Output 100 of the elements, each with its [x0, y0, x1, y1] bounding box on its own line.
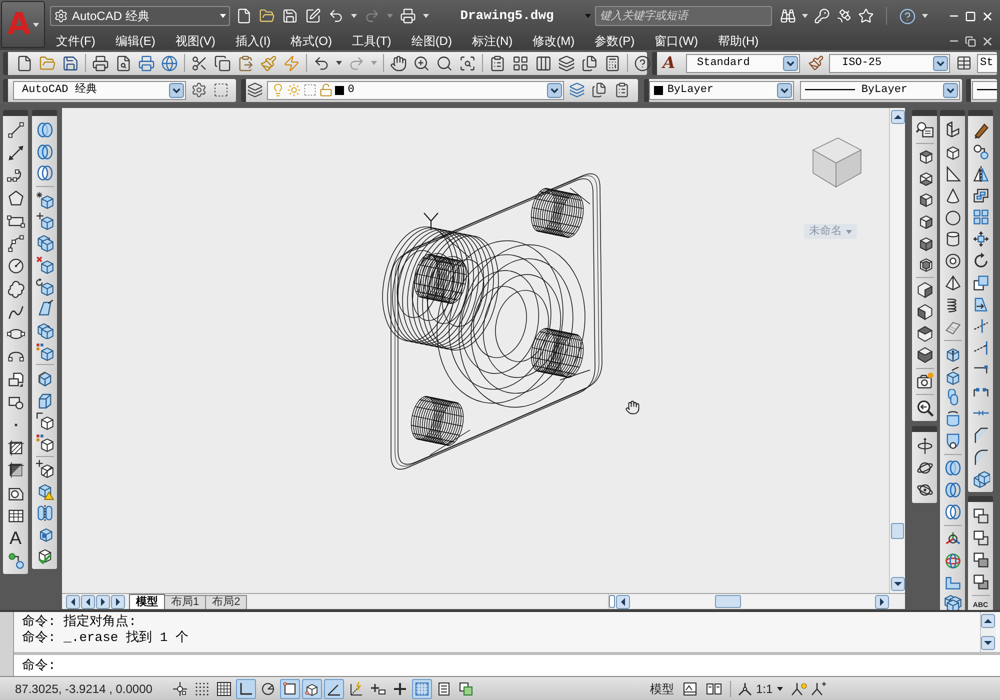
files-icon[interactable] — [581, 54, 598, 72]
scissors-icon[interactable] — [191, 54, 208, 72]
overlapping-rings-icon[interactable] — [944, 481, 962, 500]
layout-tab[interactable]: 布局2 — [206, 595, 248, 609]
magnifier-document-icon[interactable] — [916, 121, 934, 139]
overlapping-rings-icon[interactable] — [36, 142, 54, 161]
new-file-icon[interactable] — [236, 8, 252, 24]
overlapping-rings-icon[interactable] — [36, 121, 54, 139]
files-icon[interactable] — [590, 82, 607, 98]
caret-left-icon[interactable] — [81, 594, 95, 608]
binoculars-icon[interactable] — [780, 8, 796, 24]
dashed-square-icon[interactable] — [213, 82, 229, 98]
undo-icon[interactable] — [313, 54, 330, 72]
clipboard-list-icon[interactable] — [489, 54, 506, 72]
table-icon[interactable] — [956, 55, 972, 71]
layers-icon[interactable] — [246, 82, 263, 98]
tapered-block-icon[interactable] — [36, 299, 54, 318]
two-cubes-icon[interactable] — [972, 470, 990, 488]
star-icon[interactable] — [858, 8, 874, 24]
isometric-cube-icon[interactable] — [916, 324, 934, 343]
menu-item[interactable]: 插入(I) — [235, 35, 271, 47]
circle-radius-icon[interactable] — [6, 257, 24, 276]
caret-down-icon[interactable] — [802, 14, 808, 18]
printer-icon[interactable] — [92, 54, 109, 72]
command-input-field[interactable]: 命令: — [14, 655, 1000, 676]
caret-down-icon[interactable] — [890, 577, 904, 591]
pyramid-icon[interactable] — [944, 274, 962, 292]
close-icon[interactable] — [981, 34, 994, 48]
document-magnifier-icon[interactable] — [115, 54, 132, 72]
overlapping-rings-icon[interactable] — [944, 502, 962, 521]
menu-item[interactable]: 修改(M) — [532, 35, 575, 47]
menu-item[interactable]: 格式(O) — [290, 35, 332, 47]
table-style-dropdown[interactable]: St — [977, 54, 997, 72]
line-icon[interactable] — [6, 121, 24, 139]
copy-icon[interactable] — [214, 54, 231, 72]
folder-icon[interactable] — [259, 8, 275, 24]
stacked-cubes-icon[interactable] — [36, 320, 54, 339]
caret-right-icon[interactable] — [96, 594, 110, 608]
printer-icon[interactable] — [400, 8, 416, 24]
caret-up-icon[interactable] — [981, 614, 995, 628]
cube-check-icon[interactable] — [36, 547, 54, 566]
paintbrush-icon[interactable] — [260, 54, 277, 72]
satellite-icon[interactable] — [836, 8, 852, 24]
columns-icon[interactable] — [535, 54, 552, 72]
tripod-dot-icon[interactable] — [790, 680, 807, 696]
overlapping-squares-icon[interactable] — [972, 274, 990, 292]
settings-icon[interactable] — [191, 82, 207, 98]
search-icon[interactable] — [436, 54, 453, 72]
dropdown-caret-icon[interactable] — [933, 56, 948, 70]
stacked-squares-icon[interactable] — [972, 572, 990, 591]
first-page-icon[interactable] — [66, 594, 80, 608]
magnifier-arrow-icon[interactable] — [916, 398, 934, 416]
menu-item[interactable]: 参数(P) — [594, 35, 635, 47]
circles-arrow-icon[interactable] — [6, 552, 24, 570]
new-file-icon[interactable] — [16, 54, 33, 72]
layer-dropdown[interactable]: 0 — [266, 80, 564, 100]
model-space-button[interactable]: 模型 — [648, 680, 676, 698]
disc-icon[interactable] — [944, 208, 962, 227]
menu-item[interactable]: 视图(V) — [175, 35, 216, 47]
layout-tab[interactable]: 模型 — [129, 594, 165, 609]
caret-down-icon[interactable] — [220, 14, 226, 18]
caret-down-icon[interactable] — [32, 22, 39, 26]
folder-icon[interactable] — [39, 54, 56, 72]
orbit-arrows-icon[interactable] — [916, 436, 934, 454]
dropdown-caret-icon[interactable] — [943, 82, 958, 98]
gradient-square-icon[interactable] — [6, 461, 24, 480]
cube-corner-bracket-icon[interactable] — [36, 412, 54, 430]
clipboard-list-icon[interactable] — [614, 82, 630, 98]
two-pages-icon[interactable] — [706, 680, 722, 696]
last-page-icon[interactable] — [111, 594, 125, 608]
flange-wireframe-drawing[interactable] — [382, 173, 602, 470]
scan-magnifier-icon[interactable] — [459, 54, 476, 72]
text-style-dropdown[interactable]: Standard — [686, 54, 800, 72]
stacked-squares-icon[interactable] — [972, 550, 990, 569]
offset-outline-icon[interactable] — [972, 186, 990, 204]
caret-down-icon[interactable] — [351, 14, 357, 18]
rotation-rings-icon[interactable] — [944, 552, 962, 570]
sheet-icon[interactable] — [682, 680, 698, 696]
command-window-grip[interactable] — [0, 612, 14, 676]
document-rectangle-icon[interactable] — [6, 370, 24, 389]
annotation-scale-button[interactable]: 1:1 — [755, 680, 774, 698]
dashed-square-icon[interactable] — [302, 83, 317, 97]
globe-icon[interactable] — [161, 54, 178, 72]
layout-tab[interactable]: 布局1 — [165, 595, 206, 609]
viewcube-icon[interactable] — [812, 138, 862, 188]
dropdown-caret-icon[interactable] — [546, 82, 562, 98]
workspace-dropdown[interactable]: AutoCAD 经典 — [50, 6, 230, 26]
search-field[interactable]: 键入关键字或短语 — [595, 6, 772, 26]
cloud-icon[interactable] — [6, 280, 24, 298]
camera-icon[interactable] — [916, 372, 934, 390]
key-icon[interactable] — [814, 8, 830, 24]
menu-item[interactable]: 帮助(H) — [718, 35, 759, 47]
undo-icon[interactable] — [328, 8, 344, 24]
cube-cross-icon[interactable] — [36, 256, 54, 274]
unlocked-padlock-icon[interactable] — [318, 83, 333, 97]
cube-plus-icon[interactable] — [36, 212, 54, 230]
caret-down-icon[interactable] — [776, 686, 783, 690]
isometric-cube-icon[interactable] — [916, 281, 934, 300]
overlapping-rings-icon[interactable] — [944, 459, 962, 478]
scrollbar-thumb[interactable] — [891, 523, 904, 539]
